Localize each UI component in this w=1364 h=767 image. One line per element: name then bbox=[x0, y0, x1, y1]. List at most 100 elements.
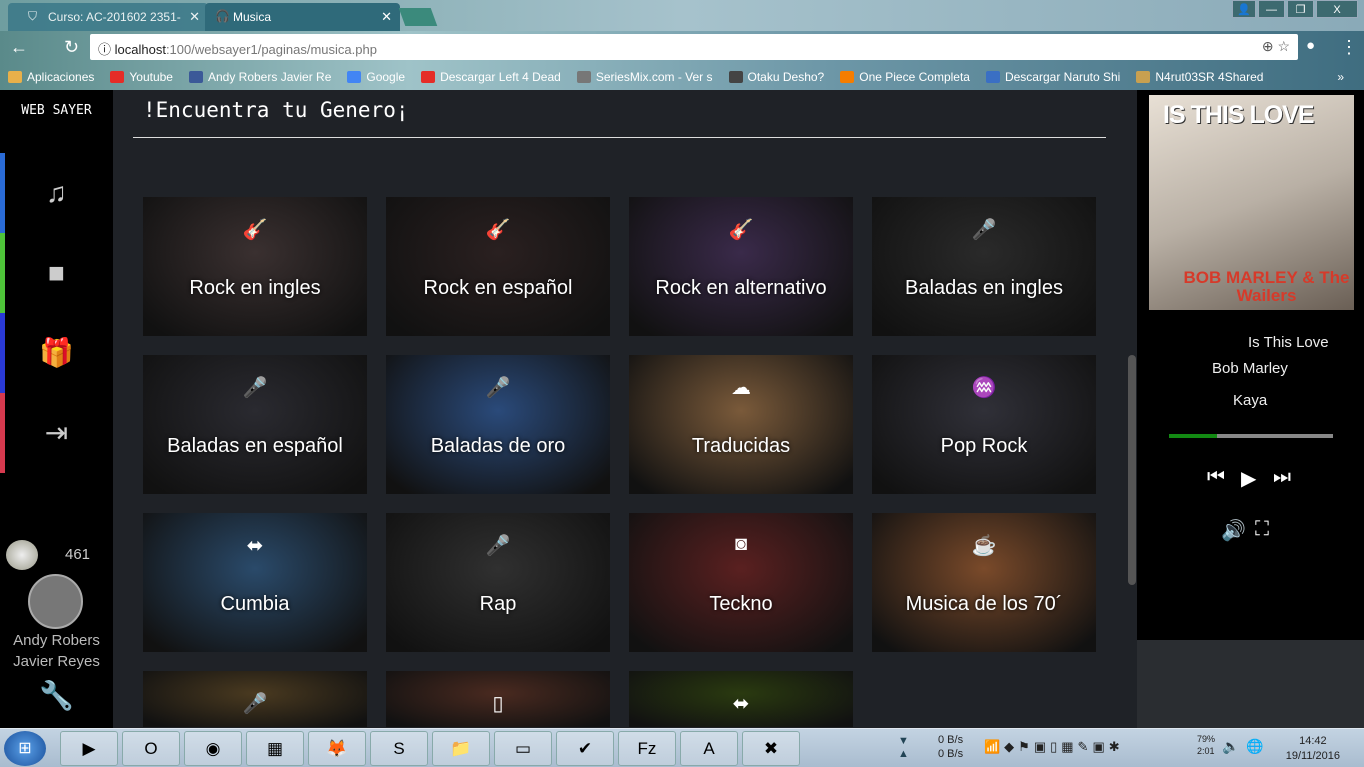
reload-icon[interactable]: ↻ bbox=[64, 37, 79, 58]
tab-musica[interactable]: 🎧 Musica ✕ bbox=[205, 3, 400, 31]
scrollbar-thumb[interactable] bbox=[1128, 355, 1136, 585]
taskbar-app[interactable]: 📁 bbox=[432, 731, 490, 766]
battery-percent: 79% bbox=[1197, 734, 1216, 744]
taskbar-app[interactable]: Fz bbox=[618, 731, 676, 766]
genre-icon: ▯ bbox=[492, 693, 504, 715]
genre-icon: ⬌ bbox=[732, 693, 750, 715]
taskbar-app[interactable]: A bbox=[680, 731, 738, 766]
bookmark-icon bbox=[576, 70, 591, 83]
genre-icon: 🎸 bbox=[242, 219, 268, 241]
tab-curso[interactable]: ⛉ Curso: AC-201602 2351- ✕ bbox=[8, 3, 208, 31]
network-arrows-icon: ▼ ▲ bbox=[898, 735, 909, 760]
profile-button[interactable]: 👤 bbox=[1232, 0, 1256, 18]
bookmark-icon bbox=[347, 70, 362, 83]
music-player: IS THIS LOVE BOB MARLEY & The Wailers Is… bbox=[1137, 90, 1364, 640]
bookmarks-more-button[interactable]: » bbox=[1329, 70, 1364, 84]
taskbar-app[interactable]: ◉ bbox=[184, 731, 242, 766]
sidebar-item-gift[interactable]: 🎁 bbox=[0, 313, 113, 393]
taskbar-app[interactable]: ▦ bbox=[246, 731, 304, 766]
genre-tile[interactable]: ⬌ bbox=[629, 671, 853, 727]
genre-tile[interactable]: 🎸 Rock en ingles bbox=[143, 197, 367, 336]
minimize-button[interactable]: — bbox=[1258, 0, 1285, 18]
genre-tile[interactable]: ♒ Pop Rock bbox=[872, 355, 1096, 494]
close-tab-icon[interactable]: ✕ bbox=[381, 9, 392, 25]
fullscreen-icon[interactable]: ⛶ bbox=[1255, 518, 1269, 541]
extension-icon[interactable]: ● bbox=[1306, 37, 1315, 54]
bookmark-item[interactable]: Descargar Left 4 Dead bbox=[413, 70, 569, 84]
restore-button[interactable]: ❐ bbox=[1287, 0, 1314, 18]
taskbar-app[interactable]: ▭ bbox=[494, 731, 552, 766]
zoom-icon[interactable]: ⊕ bbox=[1262, 38, 1274, 54]
address-bar[interactable]: ⓘ localhost:100/websayer1/paginas/musica… bbox=[90, 34, 1298, 60]
close-window-button[interactable]: X bbox=[1316, 0, 1358, 18]
genre-tile[interactable]: ☕ Musica de los 70´ bbox=[872, 513, 1096, 652]
scrollbar[interactable] bbox=[1127, 90, 1137, 728]
menu-icon[interactable]: ⋮ bbox=[1340, 37, 1358, 58]
sidebar-item-music[interactable]: ♫ bbox=[0, 153, 113, 233]
bookmark-item[interactable]: Google bbox=[339, 70, 413, 84]
volume-icon[interactable]: 🔊 bbox=[1221, 518, 1246, 543]
genre-tile[interactable]: 🎤 Rap bbox=[386, 513, 610, 652]
genre-tile[interactable]: ◙ Teckno bbox=[629, 513, 853, 652]
genre-label: Rock en alternativo bbox=[655, 277, 827, 299]
genre-icon: 🎤 bbox=[242, 693, 268, 715]
star-icon[interactable]: ☆ bbox=[1277, 38, 1290, 54]
clock[interactable]: 14:42 19/11/2016 bbox=[1286, 734, 1340, 764]
bookmark-item[interactable]: Andy Robers Javier Re bbox=[181, 70, 339, 84]
progress-bar[interactable] bbox=[1169, 434, 1333, 438]
genre-tile[interactable]: 🎤 Baladas en ingles bbox=[872, 197, 1096, 336]
wrench-icon[interactable]: 🔧 bbox=[0, 676, 113, 716]
genre-icon: ☕ bbox=[971, 535, 997, 557]
taskbar-app[interactable]: 🦊 bbox=[308, 731, 366, 766]
bookmark-item[interactable]: Otaku Desho? bbox=[721, 70, 833, 84]
bookmark-icon bbox=[421, 70, 436, 83]
taskbar-app[interactable]: ✖ bbox=[742, 731, 800, 766]
genre-tile[interactable]: 🎸 Rock en español bbox=[386, 197, 610, 336]
start-button[interactable]: ⊞ bbox=[4, 731, 46, 766]
back-icon[interactable]: ← bbox=[10, 37, 28, 58]
network-tray-icon[interactable]: 🌐 bbox=[1246, 738, 1263, 755]
taskbar-app[interactable]: ✔ bbox=[556, 731, 614, 766]
genre-tile[interactable]: ☁ Traducidas bbox=[629, 355, 853, 494]
genre-tile[interactable]: 🎤 bbox=[143, 671, 367, 727]
play-icon[interactable]: ▶ bbox=[1241, 466, 1256, 491]
next-icon[interactable]: ⏭ bbox=[1273, 466, 1291, 489]
sign-in-icon: ⇥ bbox=[44, 417, 69, 448]
divider bbox=[133, 137, 1106, 138]
net-up: 0 B/s bbox=[938, 748, 964, 760]
sidebar: WEB SAYER ♫ ■ 🎁 ⇥ 461 Andy Robers Javier Rey… bbox=[0, 90, 113, 728]
bookmark-item[interactable]: Descargar Naruto Shi bbox=[978, 70, 1128, 84]
tab-strip: ⛉ Curso: AC-201602 2351- ✕ 🎧 Musica ✕ 👤 — ❐ … bbox=[0, 0, 1364, 31]
taskbar-app[interactable]: ▶ bbox=[60, 731, 118, 766]
sidebar-item-folder[interactable]: ■ bbox=[0, 233, 113, 313]
genre-tile[interactable]: ⬌ Cumbia bbox=[143, 513, 367, 652]
net-down: 0 B/s bbox=[938, 734, 964, 746]
sidebar-item-sign-in[interactable]: ⇥ bbox=[0, 393, 113, 473]
bookmark-item[interactable]: One Piece Completa bbox=[832, 70, 978, 84]
genre-tile[interactable]: 🎸 Rock en alternativo bbox=[629, 197, 853, 336]
genre-label: Rap bbox=[479, 593, 517, 615]
volume-tray-icon[interactable]: 🔈 bbox=[1222, 738, 1239, 755]
taskbar-app[interactable]: O bbox=[122, 731, 180, 766]
album-name: Kaya bbox=[1233, 392, 1268, 409]
previous-icon[interactable]: ⏮ bbox=[1207, 466, 1225, 489]
bookmark-item[interactable]: N4rut03SR 4Shared bbox=[1128, 70, 1271, 84]
new-tab-button[interactable] bbox=[398, 8, 438, 26]
coin-count: 461 bbox=[65, 546, 91, 563]
logo: WEB SAYER bbox=[21, 103, 92, 118]
bookmark-item[interactable]: Youtube bbox=[102, 70, 181, 84]
genre-tile[interactable]: ▯ bbox=[386, 671, 610, 727]
genre-tile[interactable]: 🎤 Baladas de oro bbox=[386, 355, 610, 494]
bookmark-item[interactable]: SeriesMix.com - Ver s bbox=[569, 70, 721, 84]
close-tab-icon[interactable]: ✕ bbox=[189, 9, 200, 25]
taskbar-app[interactable]: S bbox=[370, 731, 428, 766]
song-title: Is This Love bbox=[1248, 334, 1329, 351]
taskbar: ⊞ ▶ O ◉ ▦ 🦊 S 📁 ▭ ✔ Fz A ✖ ▼ ▲ 0 B/s 0 B/s 📶◆⚑▣▯▦✎▣✱ … bbox=[0, 728, 1364, 767]
bookmark-item[interactable]: Aplicaciones bbox=[0, 70, 102, 84]
tray-icons[interactable]: 📶◆⚑▣▯▦✎▣✱ bbox=[984, 739, 1124, 755]
genre-tile[interactable]: 🎤 Baladas en español bbox=[143, 355, 367, 494]
avatar[interactable] bbox=[28, 574, 83, 629]
user-surname: Javier Reyes bbox=[13, 653, 100, 670]
genre-icon: ♒ bbox=[971, 377, 997, 399]
genre-icon: ☁ bbox=[731, 377, 751, 399]
